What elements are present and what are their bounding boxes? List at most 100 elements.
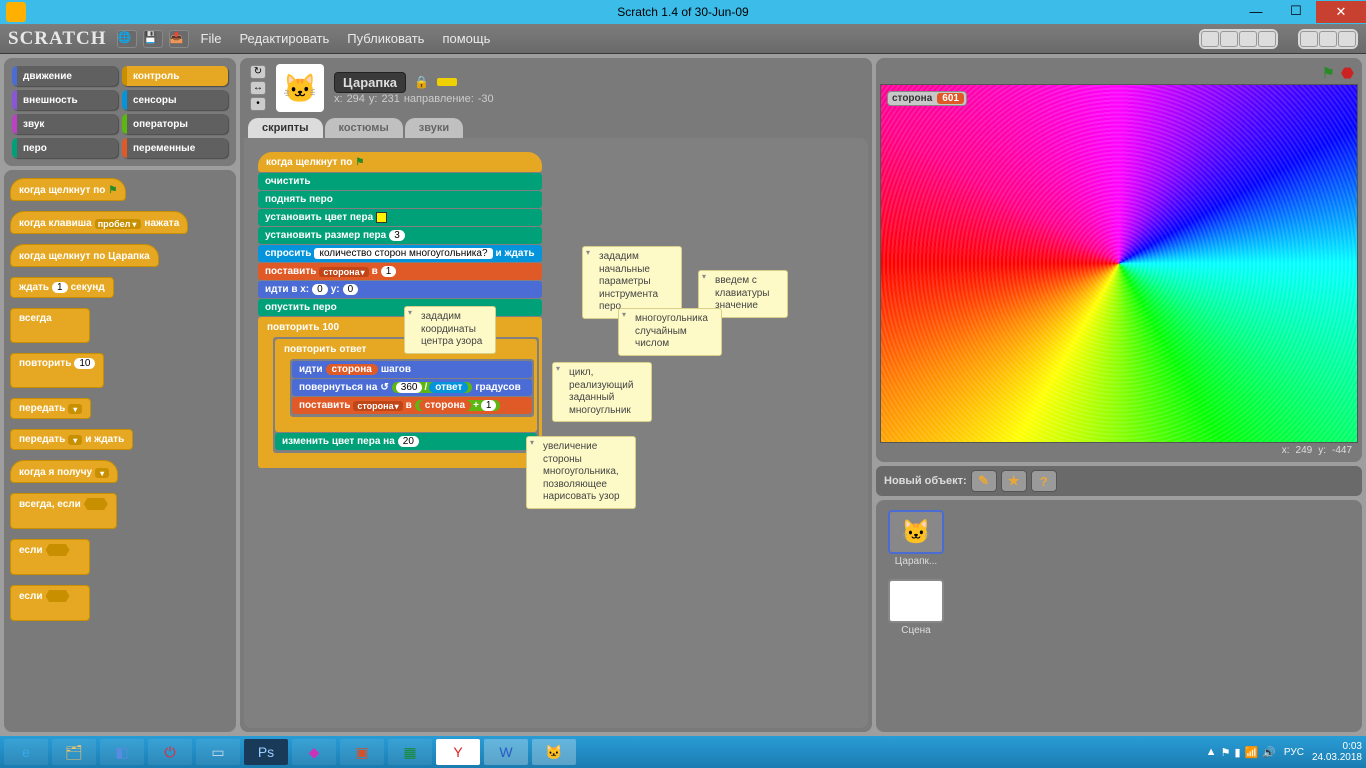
palette-forever[interactable]: всегда (10, 308, 90, 343)
sprite-list-item[interactable]: 🐱 Царапк... (886, 510, 946, 567)
lock-icon[interactable]: 🔒 (414, 75, 429, 89)
paint-new-sprite-button[interactable]: ✎ (971, 470, 997, 492)
taskbar-word-icon[interactable]: W (484, 739, 528, 765)
cut-tool-icon[interactable] (1220, 31, 1238, 47)
block-set-var[interactable]: поставить сторона в 1 (258, 263, 542, 280)
tab-costumes[interactable]: костюмы (325, 118, 403, 138)
rotate-lr-icon[interactable]: ↔ (250, 81, 266, 95)
menu-help[interactable]: помощь (436, 29, 496, 48)
main-area: движение контроль внешность сенсоры звук… (0, 54, 1366, 736)
palette-repeat[interactable]: повторить 10 (10, 353, 104, 388)
var-monitor-value: 601 (937, 93, 964, 104)
block-clear[interactable]: очистить (258, 173, 542, 190)
palette-broadcast-wait[interactable]: передать и ждать (10, 429, 133, 450)
block-change-pen-color[interactable]: изменить цвет пера на 20 (275, 433, 537, 450)
stamp-tool-icon[interactable] (1201, 31, 1219, 47)
system-tray[interactable]: ▲ ⚑ ▮ 📶 🔊 (1206, 746, 1276, 759)
stage-list-item[interactable]: Сцена (886, 579, 946, 636)
palette-hat-sprite[interactable]: когда щелкнут по Царапка (10, 244, 159, 267)
maximize-button[interactable]: ☐ (1276, 1, 1316, 21)
palette-wait[interactable]: ждать 1 секунд (10, 277, 114, 298)
cat-pen[interactable]: перо (12, 138, 118, 158)
cat-operators[interactable]: операторы (122, 114, 228, 134)
tray-flag-icon[interactable]: ⚑ (1221, 746, 1231, 759)
block-set-pen-color[interactable]: установить цвет пера (258, 209, 542, 226)
comment-3[interactable]: многоугольника случайным числом (618, 308, 722, 356)
script-area[interactable]: когда щелкнут по ⚑ очистить поднять перо… (244, 138, 868, 728)
taskbar-ps-icon[interactable]: Ps (244, 739, 288, 765)
normal-stage-icon[interactable] (1319, 31, 1337, 47)
cat-sensing[interactable]: сенсоры (122, 90, 228, 110)
sprite-name-field[interactable]: Царапка (334, 72, 406, 93)
color-swatch[interactable] (376, 212, 387, 223)
tray-up-icon[interactable]: ▲ (1206, 746, 1217, 758)
tray-volume-icon[interactable]: 🔊 (1262, 746, 1276, 759)
palette-hat-key[interactable]: когда клавиша пробел нажата (10, 211, 188, 234)
comment-4[interactable]: зададим координаты центра узора (404, 306, 496, 354)
block-ask[interactable]: спросить количество сторон многоугольник… (258, 245, 542, 262)
language-icon[interactable]: 🌐 (117, 30, 137, 48)
sprite-thumbnail[interactable]: 🐱 (276, 64, 324, 112)
rotate-none-icon[interactable]: • (250, 97, 266, 111)
right-column: ⚑ ⬣ сторона 601 x:249 y:-447 Новый объек… (876, 58, 1362, 732)
taskbar-ppt-icon[interactable]: ▣ (340, 739, 384, 765)
close-button[interactable]: ✕ (1316, 1, 1366, 23)
comment-6[interactable]: увеличение стороны многоугольника, позво… (526, 436, 636, 509)
stage[interactable]: сторона 601 (880, 84, 1358, 443)
taskbar-app4-icon[interactable]: ◆ (292, 739, 336, 765)
minimize-button[interactable]: — (1236, 1, 1276, 21)
small-stage-icon[interactable] (1300, 31, 1318, 47)
palette-hat-flag[interactable]: когда щелкнут по ⚑ (10, 178, 126, 201)
cat-control[interactable]: контроль (122, 66, 228, 86)
taskbar-app2-icon[interactable]: ⏻ (148, 739, 192, 765)
block-set-pen-size[interactable]: установить размер пера 3 (258, 227, 542, 244)
block-hat-flag[interactable]: когда щелкнут по ⚑ (258, 152, 542, 172)
variable-monitor[interactable]: сторона 601 (887, 91, 967, 106)
menu-edit[interactable]: Редактировать (233, 29, 335, 48)
taskbar-app3-icon[interactable]: ▭ (196, 739, 240, 765)
menu-share[interactable]: Публиковать (341, 29, 430, 48)
cat-sound[interactable]: звук (12, 114, 118, 134)
palette-if[interactable]: если (10, 539, 90, 575)
tray-network-icon[interactable]: 📶 (1245, 746, 1259, 759)
clock[interactable]: 0:03 24.03.2018 (1312, 741, 1362, 764)
taskbar-ie-icon[interactable]: e (4, 739, 48, 765)
cat-variables[interactable]: переменные (122, 138, 228, 158)
palette-broadcast[interactable]: передать (10, 398, 91, 419)
shrink-tool-icon[interactable] (1258, 31, 1276, 47)
language-indicator[interactable]: РУС (1284, 747, 1304, 758)
tab-scripts[interactable]: скрипты (248, 118, 323, 138)
tray-battery-icon[interactable]: ▮ (1234, 746, 1240, 759)
taskbar-explorer-icon[interactable]: 🗂 (52, 739, 96, 765)
block-pen-up[interactable]: поднять перо (258, 191, 542, 208)
cat-looks[interactable]: внешность (12, 90, 118, 110)
taskbar-app1-icon[interactable]: ◧ (100, 739, 144, 765)
palette-if-2[interactable]: если (10, 585, 90, 621)
stop-button[interactable]: ⬣ (1341, 64, 1354, 82)
cat-motion[interactable]: движение (12, 66, 118, 86)
block-move[interactable]: идти сторона шагов (292, 361, 532, 378)
menu-file[interactable]: File (195, 29, 228, 48)
presentation-icon[interactable] (1338, 31, 1356, 47)
surprise-sprite-button[interactable]: ? (1031, 470, 1057, 492)
tab-sounds[interactable]: звуки (405, 118, 463, 138)
share-icon[interactable]: 📤 (169, 30, 189, 48)
green-flag-button[interactable]: ⚑ (1321, 64, 1334, 82)
grow-tool-icon[interactable] (1239, 31, 1257, 47)
script-stack[interactable]: когда щелкнут по ⚑ очистить поднять перо… (258, 152, 542, 469)
block-goto-xy[interactable]: идти в x: 0 y: 0 (258, 281, 542, 298)
block-turn[interactable]: повернуться на ↺ 360/ответ градусов (292, 379, 532, 396)
taskbar-yandex-icon[interactable]: Y (436, 739, 480, 765)
block-pen-down[interactable]: опустить перо (258, 299, 542, 316)
palette-receive[interactable]: когда я получу (10, 460, 118, 483)
palette-forever-if[interactable]: всегда, если (10, 493, 117, 529)
sprite-list-label: Царапк... (886, 556, 946, 567)
rotate-normal-icon[interactable]: ↻ (250, 65, 266, 79)
choose-sprite-button[interactable]: ★ (1001, 470, 1027, 492)
taskbar-excel-icon[interactable]: ▦ (388, 739, 432, 765)
comment-5[interactable]: цикл, реализующий заданный многоугльник (552, 362, 652, 422)
save-icon[interactable]: 💾 (143, 30, 163, 48)
block-repeat-outer[interactable]: повторить 100 повторить ответ идти сторо… (258, 317, 542, 468)
block-set-var-2[interactable]: поставить сторона в сторона+1 (292, 397, 532, 414)
taskbar-scratch-icon[interactable]: 🐱 (532, 739, 576, 765)
